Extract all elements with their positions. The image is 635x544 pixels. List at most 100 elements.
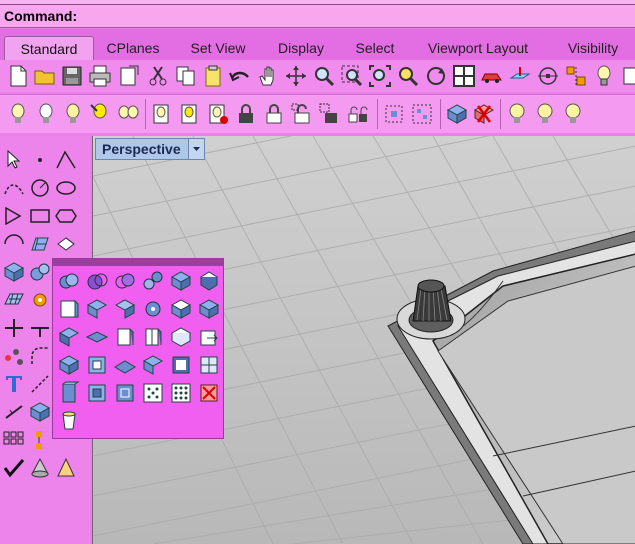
select-arrow-icon[interactable] xyxy=(2,148,26,172)
curve-icon[interactable] xyxy=(2,176,26,200)
light-pair-icon[interactable] xyxy=(116,102,140,126)
car-properties-icon[interactable] xyxy=(480,64,504,88)
box-edit-icon[interactable] xyxy=(28,400,52,424)
spheres-icon[interactable] xyxy=(28,260,52,284)
group-lock-icon[interactable] xyxy=(346,102,370,126)
slab-icon[interactable] xyxy=(85,325,109,349)
copy-screen-icon[interactable] xyxy=(620,64,635,88)
cup-solid-icon[interactable] xyxy=(57,409,81,433)
rectangle-icon[interactable] xyxy=(28,204,52,228)
split-face-icon[interactable] xyxy=(141,325,165,349)
points-array-icon[interactable] xyxy=(169,381,193,405)
box-face-select-icon[interactable] xyxy=(85,353,109,377)
viewport-dropdown-button[interactable] xyxy=(188,139,204,159)
flyout-header[interactable] xyxy=(53,259,223,266)
slab-face-icon[interactable] xyxy=(113,353,137,377)
chamfer-edge-icon[interactable] xyxy=(113,297,137,321)
check-icon[interactable] xyxy=(2,456,26,480)
fillet-icon[interactable] xyxy=(28,344,52,368)
properties-doc-icon[interactable] xyxy=(150,102,174,126)
new-file-icon[interactable] xyxy=(6,64,30,88)
gear-solid-icon[interactable] xyxy=(141,297,165,321)
rotate-view-icon[interactable] xyxy=(284,64,308,88)
light-on-icon[interactable] xyxy=(6,102,30,126)
command-line[interactable]: Command: xyxy=(0,5,635,28)
bulb-b-icon[interactable] xyxy=(533,102,557,126)
tab-standard[interactable]: Standard xyxy=(4,36,94,61)
zoom-extents-icon[interactable] xyxy=(368,64,392,88)
block-cross-icon[interactable] xyxy=(472,102,496,126)
copy-icon[interactable] xyxy=(174,64,198,88)
grid-options-icon[interactable] xyxy=(536,64,560,88)
array-icon[interactable] xyxy=(2,428,26,452)
select-box-icon[interactable] xyxy=(382,102,406,126)
paste-icon[interactable] xyxy=(201,64,225,88)
ellipse-icon[interactable] xyxy=(54,176,78,200)
light-bulb-icon[interactable] xyxy=(592,64,616,88)
extrude-face-icon[interactable] xyxy=(113,325,137,349)
light-select-icon[interactable] xyxy=(88,102,112,126)
box-grid-icon[interactable] xyxy=(197,353,221,377)
box-arrow-icon[interactable] xyxy=(197,325,221,349)
move-face-icon[interactable] xyxy=(169,297,193,321)
box-inset-icon[interactable] xyxy=(85,381,109,405)
viewport-title-tab[interactable]: Perspective xyxy=(95,138,205,160)
four-viewports-icon[interactable] xyxy=(452,64,476,88)
match-props-icon[interactable] xyxy=(445,102,469,126)
box-solid-icon[interactable] xyxy=(2,260,26,284)
tab-select[interactable]: Select xyxy=(346,36,404,60)
gear-icon[interactable] xyxy=(28,288,52,312)
light-bulb-a-icon[interactable] xyxy=(61,102,85,126)
point-icon[interactable] xyxy=(28,148,52,172)
cap-holes-icon[interactable] xyxy=(197,269,221,293)
layer-doc-icon[interactable] xyxy=(178,102,202,126)
dimension-icon[interactable] xyxy=(28,372,52,396)
tab-cplanes[interactable]: CPlanes xyxy=(97,36,169,60)
points-grid-icon[interactable] xyxy=(141,381,165,405)
box-blue-icon[interactable] xyxy=(57,353,81,377)
extract-surface-icon[interactable] xyxy=(57,297,81,321)
cplane-icon[interactable] xyxy=(508,64,532,88)
unlock-select-icon[interactable] xyxy=(318,102,342,126)
zoom-selected-icon[interactable] xyxy=(396,64,420,88)
mesh-icon[interactable] xyxy=(2,288,26,312)
lock-icon[interactable] xyxy=(234,102,258,126)
lock-doc-icon[interactable] xyxy=(206,102,230,126)
rotate-camera-icon[interactable] xyxy=(424,64,448,88)
box-offset-icon[interactable] xyxy=(113,381,137,405)
light-off-icon[interactable] xyxy=(34,102,58,126)
box-shell-icon[interactable] xyxy=(169,269,193,293)
sphere-difference-icon[interactable] xyxy=(85,269,109,293)
pan-hand-icon[interactable] xyxy=(256,64,280,88)
sphere-split-icon[interactable] xyxy=(141,269,165,293)
delete-box-icon[interactable] xyxy=(197,381,221,405)
arc-icon[interactable] xyxy=(2,232,26,256)
trim-icon[interactable] xyxy=(2,316,26,340)
tab-visibility[interactable]: Visibility xyxy=(555,36,631,60)
select-group-icon[interactable] xyxy=(410,102,434,126)
box-wire-icon[interactable] xyxy=(57,325,81,349)
polyline-icon[interactable] xyxy=(54,148,78,172)
cut-icon[interactable] xyxy=(146,64,170,88)
zoom-window-icon[interactable] xyxy=(340,64,364,88)
hexagon-icon[interactable] xyxy=(54,204,78,228)
sphere-intersection-icon[interactable] xyxy=(113,269,137,293)
undo-icon[interactable] xyxy=(228,64,252,88)
bulb-c-icon[interactable] xyxy=(561,102,585,126)
open-folder-icon[interactable] xyxy=(33,64,57,88)
lock-open-icon[interactable] xyxy=(262,102,286,126)
surface-grid-icon[interactable] xyxy=(28,232,52,256)
box-outline-icon[interactable] xyxy=(169,325,193,349)
box-move-icon[interactable] xyxy=(141,353,165,377)
sphere-union-icon[interactable] xyxy=(57,269,81,293)
extrude-surface-icon[interactable] xyxy=(54,232,78,256)
polygon-icon[interactable] xyxy=(2,204,26,228)
more-tools-icon[interactable] xyxy=(564,64,588,88)
tab-display[interactable]: Display xyxy=(268,36,334,60)
bulb-a-icon[interactable] xyxy=(505,102,529,126)
box-frame-icon[interactable] xyxy=(169,353,193,377)
text-icon[interactable] xyxy=(2,372,26,396)
points-icon[interactable] xyxy=(2,344,26,368)
unlock-icon[interactable] xyxy=(290,102,314,126)
explode-icon[interactable] xyxy=(28,428,52,452)
